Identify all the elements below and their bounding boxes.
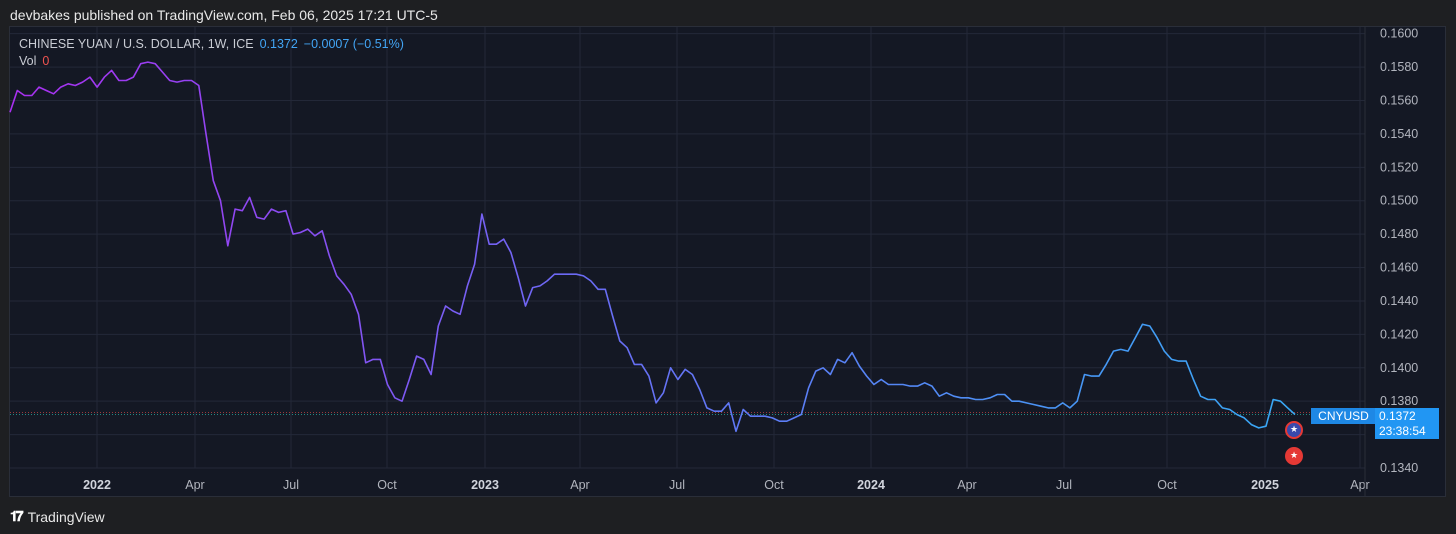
x-tick-label: 2025 (1251, 478, 1279, 492)
y-tick-label: 0.1460 (1380, 261, 1418, 275)
x-tick-label: Apr (185, 478, 204, 492)
x-tick-label: Oct (1157, 478, 1177, 492)
ticker-tag: CNYUSD (1311, 408, 1376, 424)
us-flag-icon[interactable]: ★ (1285, 421, 1303, 439)
chart-legend: CHINESE YUAN / U.S. DOLLAR, 1W, ICE 0.137… (19, 36, 404, 70)
x-tick-label: Apr (957, 478, 976, 492)
x-tick-label: 2024 (857, 478, 885, 492)
price-series-line (9, 61, 1296, 433)
x-tick-label: Jul (669, 478, 685, 492)
price-tag: 0.1372 (1375, 408, 1439, 424)
y-tick-label: 0.1600 (1380, 27, 1418, 41)
tradingview-brand[interactable]: 𝟏𝟕 TradingView (10, 508, 105, 525)
volume-value: 0 (42, 54, 50, 68)
y-tick-label: 0.1380 (1380, 394, 1418, 408)
y-tick-label: 0.1500 (1380, 194, 1418, 208)
y-tick-label: 0.1340 (1380, 461, 1418, 475)
y-tick-label: 0.1580 (1380, 60, 1418, 74)
x-tick-label: Jul (283, 478, 299, 492)
price-change: −0.0007 (−0.51%) (303, 37, 404, 51)
last-value: 0.1372 (259, 37, 298, 51)
price-chart[interactable]: 0.1600 0.1580 0.1560 0.1540 0.1520 0.1500 0.14… (0, 0, 1456, 534)
volume-label[interactable]: Vol (19, 54, 36, 68)
y-tick-label: 0.1540 (1380, 127, 1418, 141)
x-tick-label: Oct (764, 478, 784, 492)
y-tick-label: 0.1400 (1380, 361, 1418, 375)
symbol-label[interactable]: CHINESE YUAN / U.S. DOLLAR, 1W, ICE (19, 37, 254, 51)
x-tick-label: 2023 (471, 478, 499, 492)
x-tick-label: Oct (377, 478, 397, 492)
y-tick-label: 0.1420 (1380, 327, 1418, 341)
tradingview-logo-icon: 𝟏𝟕 (10, 508, 24, 524)
countdown-tag: 23:38:54 (1375, 423, 1439, 439)
x-tick-label: Apr (1350, 478, 1369, 492)
brand-label: TradingView (27, 508, 105, 525)
x-tick-label: Apr (570, 478, 589, 492)
china-flag-icon[interactable]: ★ (1285, 447, 1303, 465)
y-tick-label: 0.1480 (1380, 227, 1418, 241)
y-tick-label: 0.1440 (1380, 294, 1418, 308)
y-tick-label: 0.1560 (1380, 94, 1418, 108)
x-tick-label: Jul (1056, 478, 1072, 492)
y-tick-label: 0.1520 (1380, 160, 1418, 174)
x-tick-label: 2022 (83, 478, 111, 492)
